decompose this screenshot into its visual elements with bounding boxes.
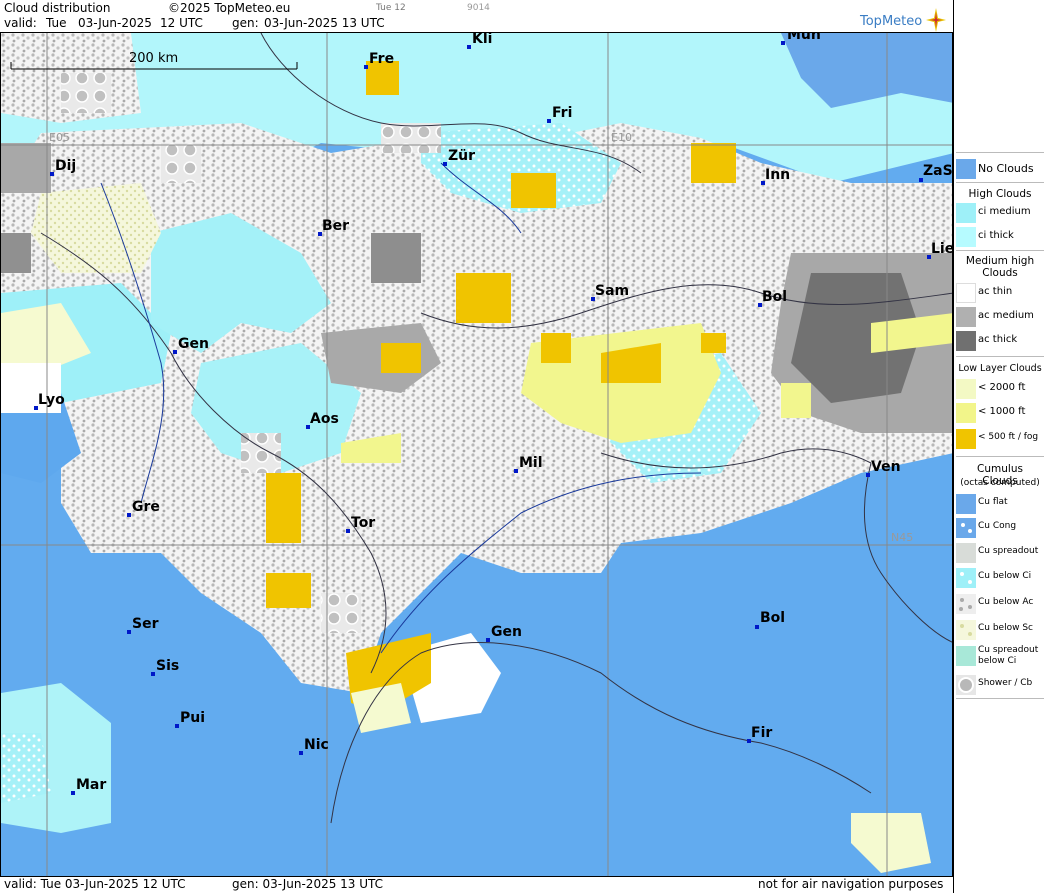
legend-no-clouds: No Clouds (954, 158, 1045, 180)
legend-cu-spread-ci: Cu spreadout below Ci (954, 645, 1045, 673)
fog-north-1 (691, 143, 736, 183)
city-label: Zür (448, 148, 476, 164)
legend-fog: < 500 ft / fog (954, 428, 1045, 450)
tab-small: Tue 12 (376, 3, 406, 13)
legend-ci-medium: ci medium (954, 202, 1045, 224)
ac-medium-nw (1, 143, 51, 193)
fog-piedmont (266, 573, 311, 608)
legend-high-head: High Clouds (968, 188, 1032, 200)
legend-ac-medium: ac medium (954, 306, 1045, 328)
ac-thick-alps (371, 233, 421, 283)
legend-low-2000: < 2000 ft (954, 378, 1045, 400)
fog-east (701, 333, 726, 353)
footer-valid: valid: Tue 03-Jun-2025 12 UTC (4, 877, 186, 891)
fog-valais (381, 343, 421, 373)
city-label: Fre (369, 51, 395, 67)
city-label: Lie (931, 241, 953, 257)
legend-medium-head: Medium high Clouds (965, 255, 1035, 279)
city-label: Lyo (38, 392, 65, 408)
city-label: Kli (472, 32, 493, 47)
legend-ac-thick: ac thick (954, 330, 1045, 352)
grid-label-e05: E05 (49, 131, 70, 144)
city-label: Pui (180, 710, 206, 726)
city-label: Sis (156, 658, 180, 674)
city-label: Tor (351, 515, 376, 531)
city-label: Gen (491, 624, 522, 640)
city-label: Aos (310, 411, 339, 427)
city-label: Inn (765, 167, 791, 183)
swatch-no-clouds (956, 159, 976, 179)
logo-star-icon (926, 8, 946, 32)
city-label: Gen (178, 336, 209, 352)
map-title: Cloud distribution (4, 1, 111, 15)
legend-cu-cong: Cu Cong (954, 517, 1045, 539)
map-canvas (1, 33, 952, 876)
city-label: Gre (132, 499, 160, 515)
fog-aosta (266, 473, 301, 543)
low-1000-east (781, 383, 811, 418)
shower-area-4 (381, 123, 441, 153)
city-label: Fir (751, 725, 773, 741)
legend-cu-sub: (octas computed) (960, 478, 1040, 488)
legend-cu-below-ac: Cu below Ac (954, 593, 1045, 615)
footer-note: not for air navigation purposes (758, 877, 944, 891)
gen-label: gen: (232, 16, 259, 30)
footer: valid: Tue 03-Jun-2025 12 UTC gen: 03-Ju… (0, 877, 953, 893)
legend-low-head: Low Layer Clouds (958, 363, 1042, 374)
topmeteo-logo: TopMeteo (860, 8, 952, 32)
legend-ac-thin: ac thin (954, 282, 1045, 304)
legend-low-1000: < 1000 ft (954, 402, 1045, 424)
valid-day: Tue (46, 16, 67, 30)
legend-cu-below-ci: Cu below Ci (954, 567, 1045, 589)
city-label: Ber (322, 218, 350, 234)
city-label: Ser (132, 616, 159, 632)
shower-area-2 (161, 143, 201, 183)
footer-gen: gen: 03-Jun-2025 13 UTC (232, 877, 384, 891)
cloud-map: 200 km E05 E10 N45 Fre Kli Mün Fri Dij Z… (0, 32, 953, 877)
city-label: Fri (552, 105, 573, 121)
valid-time: 12 UTC (160, 16, 203, 30)
shower-area-1 (61, 73, 111, 113)
fog-alps-1 (456, 273, 511, 323)
city-label: Nic (304, 737, 329, 753)
gen-value: 03-Jun-2025 13 UTC (264, 16, 385, 30)
legend-cu-flat: Cu flat (954, 493, 1045, 515)
city-label: ZaS (923, 163, 953, 179)
city-label: Bol (760, 610, 786, 626)
fog-north-2 (511, 173, 556, 208)
fog-alps-2 (541, 333, 571, 363)
city-label: Mar (76, 777, 107, 793)
valid-label: valid: (4, 16, 37, 30)
copyright: ©2025 TopMeteo.eu (168, 1, 291, 15)
header: Cloud distribution ©2025 TopMeteo.eu Tue… (0, 0, 953, 32)
legend-panel: No Clouds High Clouds ci medium ci thick… (953, 0, 1045, 893)
city-label: Mün (787, 32, 821, 43)
grid-label-e10: E10 (611, 131, 632, 144)
valid-date: 03-Jun-2025 (78, 16, 152, 30)
city-label: Bol (762, 289, 788, 305)
city-label: Ven (871, 459, 901, 475)
legend-cu-below-sc: Cu below Sc (954, 619, 1045, 641)
city-label: Mil (519, 455, 543, 471)
legend-ci-thick: ci thick (954, 226, 1045, 248)
ac-medium-w (1, 233, 31, 273)
city-label: Dij (55, 158, 77, 174)
city-label: Sam (595, 283, 630, 299)
legend-cu-spread: Cu spreadout (954, 542, 1045, 564)
legend-shower: Shower / Cb (954, 674, 1045, 696)
scale-label: 200 km (129, 51, 179, 66)
grid-label-n45: N45 (891, 531, 914, 544)
code-small: 9014 (467, 3, 490, 13)
